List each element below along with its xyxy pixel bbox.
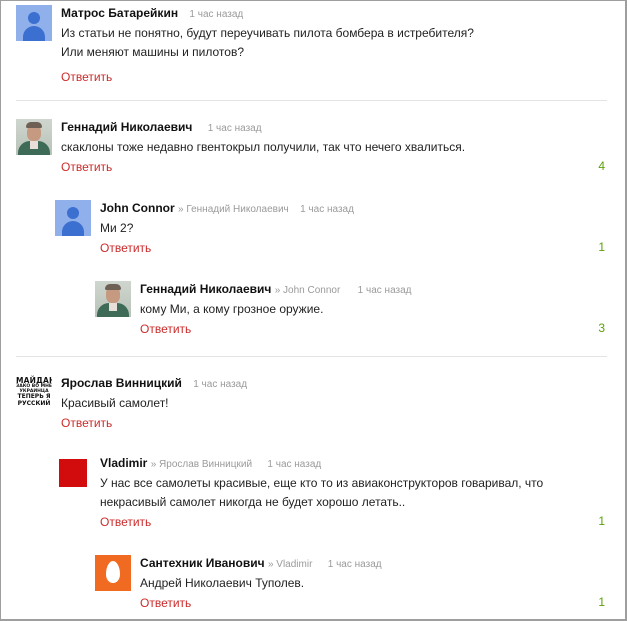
comment-text: У нас все самолеты красивые, еще кто то … [100, 474, 543, 512]
comment-time: 1 час назад [357, 285, 412, 296]
comment-text: Ми 2? [100, 219, 354, 238]
comment-text-line: Ми 2? [100, 221, 134, 235]
comment-author[interactable]: Геннадий Николаевич [61, 120, 192, 134]
comment-text-line: Андрей Николаевич Туполев. [140, 576, 305, 590]
egg-icon[interactable] [95, 555, 131, 591]
comment-time: 1 час назад [267, 459, 322, 470]
comment-author[interactable]: Vladimir [100, 456, 147, 470]
comment-text-line: кому Ми, а кому грозное оружие. [140, 302, 324, 316]
reply-button[interactable]: Ответить [140, 322, 191, 336]
comment-text: Красивый самолет! [61, 394, 247, 413]
comment-text-line: Красивый самолет! [61, 396, 169, 410]
reply-to-link[interactable]: » Геннадий Николаевич [178, 204, 289, 215]
reply-button[interactable]: Ответить [61, 70, 112, 84]
comment-text-line: скаклоны тоже недавно гвентокрыл получил… [61, 140, 466, 154]
reply-button[interactable]: Ответить [100, 241, 151, 255]
comment-text-line: Из статьи не понятно, будут переучивать … [61, 26, 474, 40]
reply-to-link[interactable]: » John Connor [275, 285, 341, 296]
red-square-icon[interactable] [55, 455, 91, 491]
comment-author[interactable]: Сантехник Иванович [140, 556, 265, 570]
reply-button[interactable]: Ответить [61, 160, 112, 174]
reply-count[interactable]: 1 [598, 595, 605, 609]
comment-text: Андрей Николаевич Туполев. [140, 574, 382, 593]
reply-count[interactable]: 4 [598, 159, 605, 173]
comment-text: скаклоны тоже недавно гвентокрыл получил… [61, 138, 465, 157]
comment-author[interactable]: Матрос Батарейкин [61, 6, 178, 20]
default-user-icon[interactable] [16, 5, 52, 41]
comment-text: кому Ми, а кому грозное оружие. [140, 300, 412, 319]
reply-count[interactable]: 1 [598, 514, 605, 528]
reply-count[interactable]: 1 [598, 240, 605, 254]
default-user-icon[interactable] [55, 200, 91, 236]
reply-button[interactable]: Ответить [140, 596, 191, 610]
reply-button[interactable]: Ответить [61, 416, 112, 430]
comment-text-line: Или меняют машины и пилотов? [61, 45, 244, 59]
comment-text: Из статьи не понятно, будут переучивать … [61, 24, 474, 62]
reply-to-link[interactable]: » Vladimir [268, 559, 312, 570]
comment-time: 1 час назад [193, 379, 248, 390]
comment-author[interactable]: John Connor [100, 201, 175, 215]
comment-time: 1 час назад [300, 204, 354, 215]
poster-avatar[interactable]: МАЙДАН ЗАКО ВО МНЕ УКРАИНЦА ТЕПЕРЬ Я РУС… [16, 375, 52, 411]
comment-time: 1 час назад [189, 9, 244, 20]
divider [16, 356, 607, 357]
reply-button[interactable]: Ответить [100, 515, 151, 529]
comment-time: 1 час назад [327, 559, 382, 570]
comment-text-line: У нас все самолеты красивые, еще кто то … [100, 476, 544, 490]
comment-author[interactable]: Геннадий Николаевич [140, 282, 271, 296]
user-photo-avatar[interactable] [95, 281, 131, 317]
avatar-text-line: РУССКИЙ [17, 399, 51, 407]
reply-to-link[interactable]: » Ярослав Винницкий [151, 459, 252, 470]
user-photo-avatar[interactable] [16, 119, 52, 155]
comment-author[interactable]: Ярослав Винницкий [61, 376, 182, 390]
divider [16, 100, 607, 101]
reply-count[interactable]: 3 [598, 321, 605, 335]
comment-time: 1 час назад [207, 123, 262, 134]
comment-text-line: некрасивый самолет никогда не будет хоро… [100, 495, 406, 509]
